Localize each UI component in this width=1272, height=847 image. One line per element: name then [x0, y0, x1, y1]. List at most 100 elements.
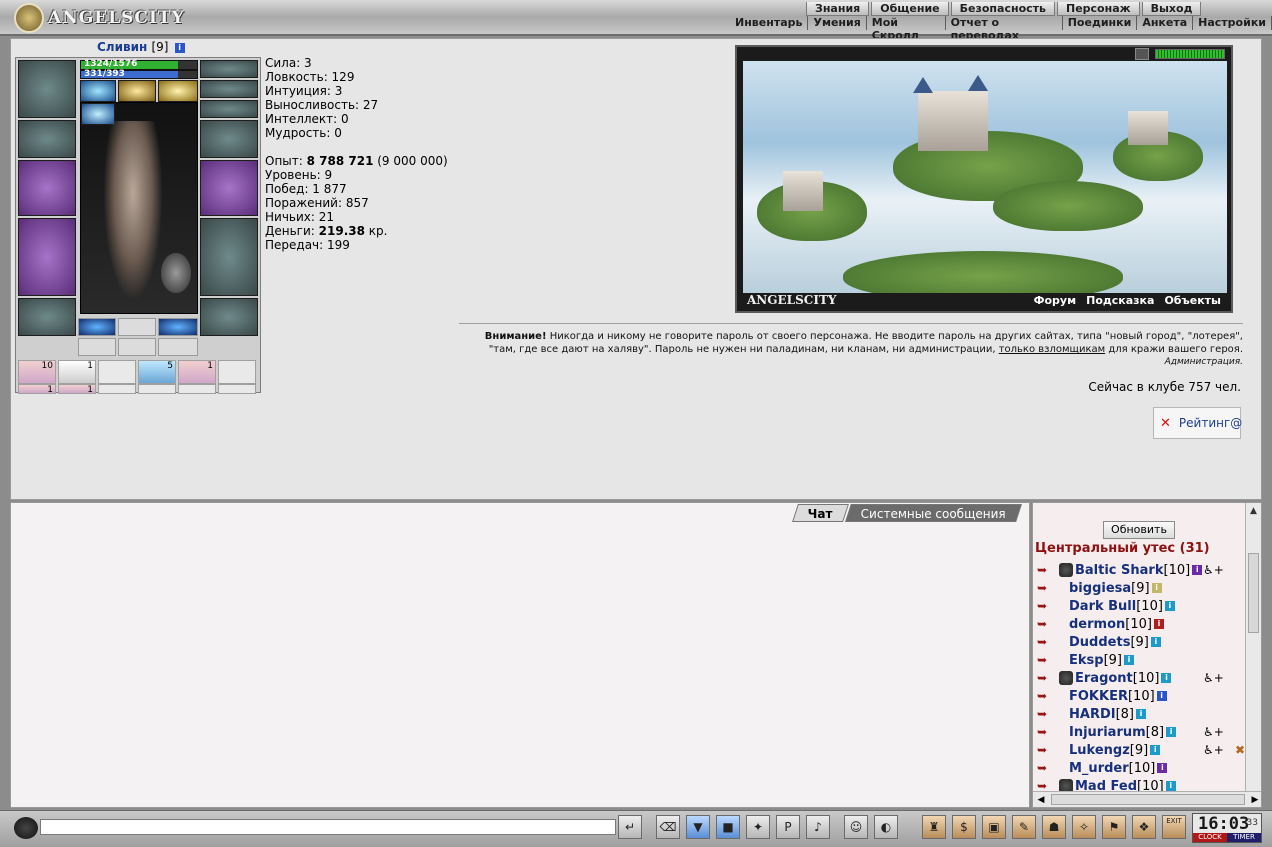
vertical-scrollbar[interactable]: ▲ [1245, 503, 1261, 793]
menu-communication[interactable]: Общение [871, 2, 949, 16]
info-icon[interactable]: i [1151, 583, 1162, 593]
user-nick[interactable]: Lukengz [1069, 743, 1130, 758]
info-icon[interactable]: i [1156, 691, 1167, 701]
submenu-settings[interactable]: Настройки [1193, 16, 1272, 30]
quiver-slot[interactable] [200, 160, 258, 216]
user-nick[interactable]: Eragont [1075, 671, 1133, 686]
private-arrow-icon[interactable]: ➥ [1037, 761, 1059, 775]
bag-icon[interactable]: ♜ [922, 815, 946, 839]
menu-knowledge[interactable]: Знания [806, 2, 870, 16]
info-icon[interactable]: i [1153, 619, 1164, 629]
amulet-slot[interactable] [200, 60, 258, 78]
clock-timer[interactable]: 16:03 33 CLOCK TIMER [1192, 813, 1262, 843]
private-arrow-icon[interactable]: ➥ [1037, 725, 1059, 739]
eraser-icon[interactable]: ⌫ [656, 815, 680, 839]
user-nick[interactable]: HARDI [1069, 707, 1116, 722]
gem-slot-1[interactable] [78, 318, 116, 336]
scroll-slot-attack[interactable]: 1 [178, 360, 216, 384]
tab-chat[interactable]: Чат [792, 504, 849, 522]
scroll-slot-empty[interactable] [218, 384, 256, 394]
clan-icon[interactable]: ⚑ [1102, 815, 1126, 839]
scroll-slot-attack-3[interactable]: 1 [58, 384, 96, 395]
user-nick[interactable]: biggiesa [1069, 581, 1131, 596]
scroll-thumb[interactable] [1248, 553, 1259, 633]
submenu-inventory[interactable]: Инвентарь [730, 16, 809, 30]
menu-security[interactable]: Безопасность [950, 2, 1055, 16]
private-arrow-icon[interactable]: ➥ [1037, 563, 1059, 577]
scroll-slot-empty[interactable] [98, 384, 136, 394]
smiley-icon[interactable]: ☺ [844, 815, 868, 839]
info-icon[interactable]: i [1161, 673, 1172, 683]
user-nick[interactable]: Injuriarum [1069, 725, 1146, 740]
rune-slot-2[interactable] [118, 338, 156, 356]
rating-button[interactable]: ✕ Рейтинг@ [1153, 407, 1242, 439]
paw-icon[interactable]: ❖ [1132, 815, 1156, 839]
chest-icon[interactable]: ▣ [982, 815, 1006, 839]
house-right[interactable] [1128, 111, 1168, 145]
rings-slot[interactable] [200, 100, 258, 118]
menu-exit[interactable]: Выход [1141, 2, 1202, 16]
boots-slot[interactable] [200, 298, 258, 336]
tower-left[interactable] [783, 171, 823, 211]
link-hint[interactable]: Подсказка [1086, 294, 1154, 307]
info-icon[interactable]: i [1165, 781, 1176, 791]
front-island[interactable] [843, 251, 1123, 293]
scroll-left-icon[interactable]: ◀ [1033, 792, 1049, 807]
gem-slot-3[interactable] [158, 318, 198, 336]
helmet-slot[interactable] [18, 60, 76, 118]
scroll-slot-empty[interactable] [218, 360, 256, 384]
filter-icon[interactable]: ▼ [686, 815, 710, 839]
private-arrow-icon[interactable]: ➥ [1037, 689, 1059, 703]
spell-icon[interactable]: ✧ [1072, 815, 1096, 839]
money-bag-icon[interactable]: $ [952, 815, 976, 839]
scroll-slot-empty[interactable] [138, 384, 176, 394]
menu-character[interactable]: Персонаж [1057, 2, 1140, 16]
gloves-slot[interactable] [200, 120, 258, 158]
user-nick[interactable]: M_urder [1069, 761, 1129, 776]
link-objects[interactable]: Объекты [1164, 294, 1221, 307]
refresh-button[interactable]: Обновить [1103, 521, 1175, 539]
info-icon[interactable]: i [1150, 745, 1161, 755]
light-effect-icon[interactable] [158, 80, 198, 102]
info-icon[interactable]: i [1166, 727, 1177, 737]
user-nick[interactable]: Dark Bull [1069, 599, 1136, 614]
user-nick[interactable]: Baltic Shark [1075, 563, 1164, 578]
scroll-right-icon[interactable]: ▶ [1247, 792, 1261, 807]
private-arrow-icon[interactable]: ➥ [1037, 671, 1059, 685]
info-icon[interactable]: i [1157, 763, 1168, 773]
horizontal-scrollbar[interactable]: ◀ ▶ [1033, 791, 1261, 807]
submenu-my-scroll[interactable]: Мой Скролл [867, 16, 946, 42]
scroll-slot-heart[interactable]: 10 [18, 360, 56, 384]
fight-icon[interactable]: ✦ [746, 815, 770, 839]
scroll-icon[interactable]: ✎ [1012, 815, 1036, 839]
mid-island[interactable] [993, 181, 1143, 231]
info-icon[interactable]: i [1192, 565, 1203, 575]
fire-effect-icon[interactable] [118, 80, 156, 102]
private-arrow-icon[interactable]: ➥ [1037, 617, 1059, 631]
character-name[interactable]: Сливин [97, 40, 147, 54]
belt-slot[interactable] [18, 298, 76, 336]
send-enter-icon[interactable]: ↵ [618, 815, 642, 839]
frost-effect-icon[interactable] [80, 80, 116, 102]
scroll-slot-attack-2[interactable]: 1 [18, 384, 56, 395]
pants-slot[interactable] [200, 218, 258, 296]
info-icon[interactable]: i [1164, 601, 1175, 611]
info-icon[interactable]: i [1136, 709, 1147, 719]
castle[interactable] [918, 91, 988, 151]
scroll-slot-frost[interactable]: 5 [138, 360, 176, 384]
submenu-transfer-report[interactable]: Отчет о переводах [946, 16, 1063, 42]
user-nick[interactable]: Eksp [1069, 653, 1104, 668]
submenu-profile[interactable]: Анкета [1137, 16, 1194, 30]
user-nick[interactable]: Duddets [1069, 635, 1130, 650]
rune-slot-1[interactable] [78, 338, 116, 356]
private-arrow-icon[interactable]: ➥ [1037, 599, 1059, 613]
scene-settings-icon[interactable] [1135, 48, 1149, 60]
exit-button[interactable]: EXIT [1162, 815, 1186, 839]
hscroll-thumb[interactable] [1051, 794, 1245, 805]
pet-cat[interactable] [161, 253, 191, 293]
chat-message-input[interactable] [40, 819, 616, 835]
rune-slot-3[interactable] [158, 338, 198, 356]
bracers-slot[interactable] [18, 120, 76, 158]
private-arrow-icon[interactable]: ➥ [1037, 707, 1059, 721]
sound-icon[interactable]: ♪ [806, 815, 830, 839]
